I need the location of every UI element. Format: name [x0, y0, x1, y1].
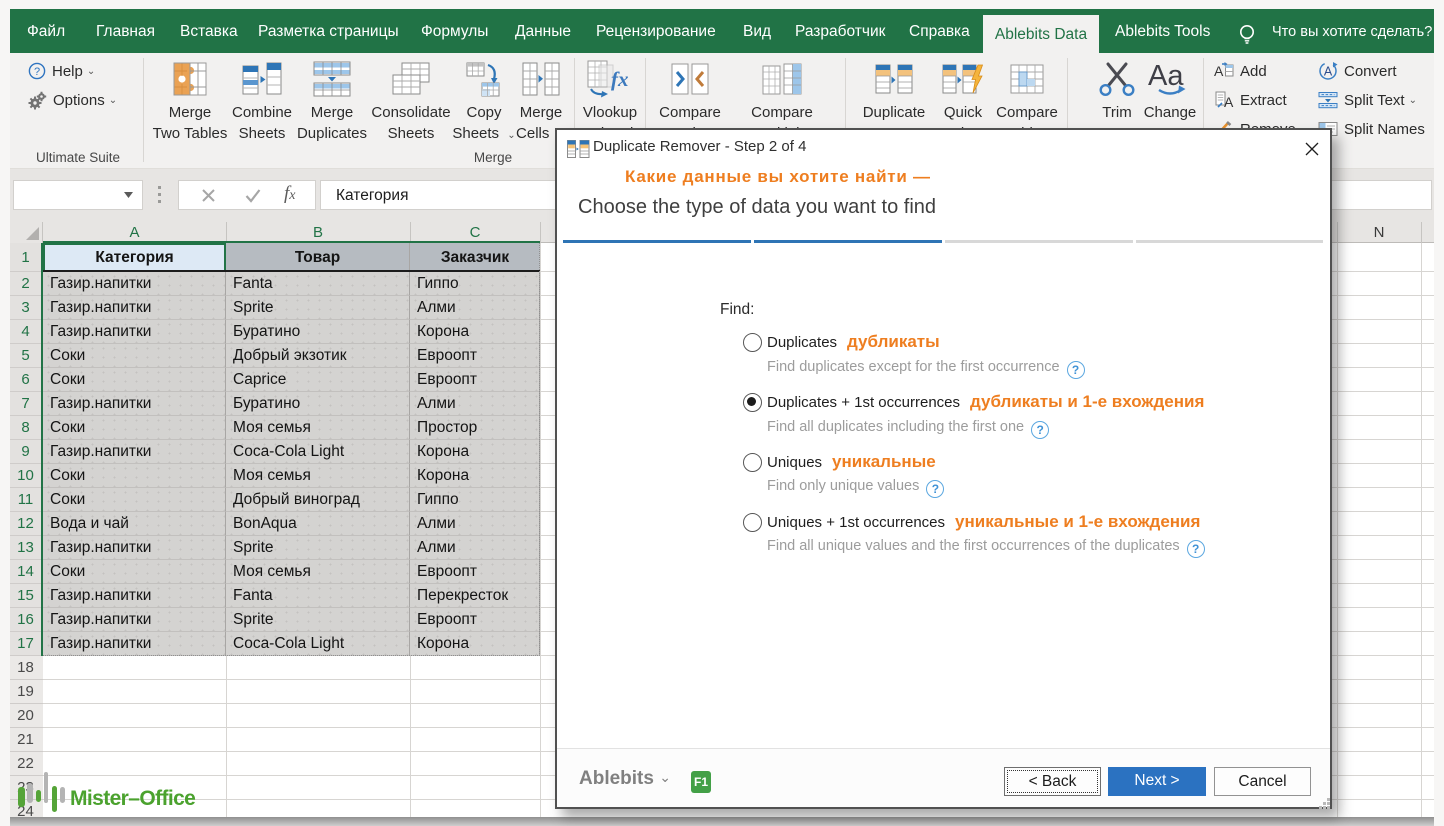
svg-text:fx: fx: [611, 67, 629, 91]
svg-text:?: ?: [34, 66, 40, 78]
svg-text:A: A: [1214, 63, 1224, 79]
svg-text:A: A: [1324, 65, 1333, 79]
svg-text:A: A: [1224, 94, 1234, 110]
